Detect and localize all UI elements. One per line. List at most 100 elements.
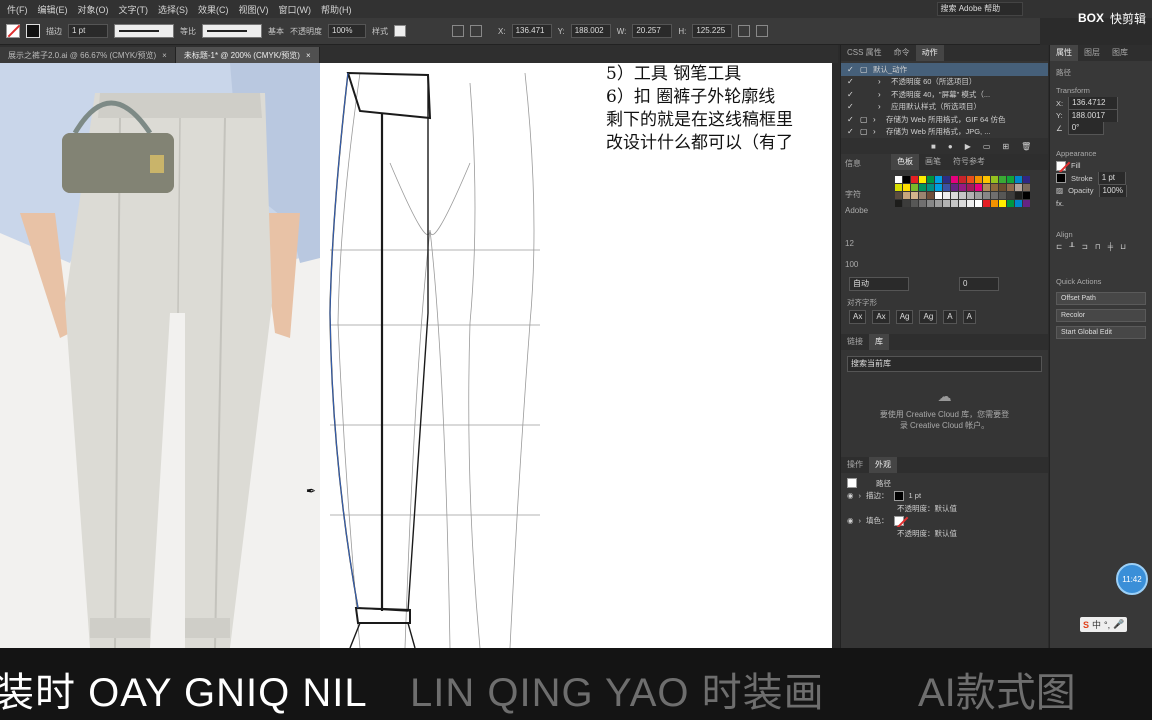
align-vcenter-icon[interactable]: ╪	[1108, 242, 1113, 251]
stop-icon[interactable]: ■	[931, 142, 936, 151]
tab-symbols[interactable]: 符号参考	[947, 154, 991, 170]
punct-icon[interactable]: °,	[1104, 620, 1110, 630]
glyph-btn-6[interactable]: A	[962, 310, 976, 324]
menu-object[interactable]: 对象(O)	[73, 3, 114, 16]
align-label: Align	[1056, 229, 1073, 239]
prop-opacity-field[interactable]: 100%	[1098, 184, 1127, 197]
tab-properties[interactable]: 属性	[1050, 45, 1078, 61]
glyph-btn-5[interactable]: A	[943, 310, 957, 324]
x-field[interactable]: 136.471	[511, 24, 552, 38]
action-item[interactable]: ✓ › 不透明度 60（所选项目）	[841, 76, 1048, 89]
swatches-panel-tabs: 色板 画笔 符号参考	[891, 154, 1048, 170]
close-icon[interactable]: ×	[162, 51, 167, 60]
align-top-icon[interactable]: ⊓	[1095, 242, 1101, 251]
global-edit-button[interactable]: Start Global Edit	[1056, 326, 1146, 339]
help-search-input[interactable]: 搜索 Adobe 帮助	[936, 2, 1023, 16]
action-item[interactable]: ✓ ▢ › 存储为 Web 所用格式，GIF 64 仿色	[841, 113, 1048, 126]
prop-x-field[interactable]: 136.4712	[1068, 97, 1119, 110]
tab-css-properties[interactable]: CSS 属性	[841, 45, 888, 61]
mic-icon[interactable]: 🎤	[1113, 619, 1124, 630]
arrange-icon[interactable]	[756, 25, 769, 37]
kerning-field[interactable]: 0	[959, 277, 999, 291]
doc-tab-1[interactable]: 展示之裤子2.0.ai @ 66.67% (CMYK/预览) ×	[0, 47, 176, 63]
glyph-btn-2[interactable]: Ax	[872, 310, 890, 324]
info-panel-mini: 信息 字符 Adobe 12 100	[841, 154, 891, 273]
prop-stroke-row: Stroke 1 pt	[1050, 172, 1152, 185]
check-icon: ✓	[847, 127, 854, 137]
prop-y-field[interactable]: 188.0017	[1067, 109, 1118, 122]
offset-path-button[interactable]: Offset Path	[1056, 292, 1146, 305]
tab-actions[interactable]: 动作	[915, 45, 944, 61]
action-set-default[interactable]: ✓ ▢ 默认_动作	[841, 63, 1048, 76]
glyph-btn-3[interactable]: Ag	[895, 310, 914, 324]
menu-select[interactable]: 选择(S)	[153, 3, 193, 16]
glyph-btn-1[interactable]: Ax	[849, 310, 867, 324]
ime-mode[interactable]: 中	[1092, 618, 1101, 631]
trash-icon[interactable]: 🗑	[1021, 142, 1031, 151]
menu-file[interactable]: 件(F)	[2, 3, 33, 16]
angle-icon: ∠	[1056, 123, 1063, 133]
prop-stroke-weight[interactable]: 1 pt	[1097, 172, 1126, 185]
tracking-field[interactable]: 自动	[849, 277, 909, 291]
menu-help[interactable]: 帮助(H)	[316, 3, 357, 16]
tab-commands[interactable]: 命令	[888, 45, 916, 61]
video-caption-band: 装时 OAY GNIQ NIL LIN QING YAO 时装画 AI款式图	[0, 648, 1152, 720]
prop-stroke-swatch[interactable]	[1056, 173, 1066, 184]
cc-message-1: 要使用 Creative Cloud 库，您需要登	[879, 410, 1010, 419]
play-icon[interactable]: ▶	[965, 142, 971, 151]
style-swatch[interactable]	[394, 25, 406, 37]
tab-appearance[interactable]: 外观	[869, 457, 897, 473]
menu-effect[interactable]: 效果(C)	[193, 3, 234, 16]
transform-icon[interactable]	[470, 25, 482, 37]
y-field[interactable]: 188.002	[570, 24, 611, 38]
align-icon[interactable]	[452, 25, 464, 37]
menu-type[interactable]: 文字(T)	[114, 3, 154, 16]
record-icon[interactable]: ●	[948, 142, 953, 151]
menu-edit[interactable]: 编辑(E)	[33, 3, 73, 16]
w-field[interactable]: 20.257	[632, 24, 673, 38]
new-action-icon[interactable]: ⊞	[1002, 142, 1009, 151]
tab-links[interactable]: 链接	[841, 334, 869, 350]
menu-window[interactable]: 窗口(W)	[274, 3, 317, 16]
appearance-fill-row[interactable]: ◉ › 填色：	[841, 515, 1048, 528]
appearance-opacity-row-2[interactable]: 不透明度：默认值	[841, 527, 1048, 540]
ime-toolbar[interactable]: S 中 °, 🎤	[1080, 617, 1128, 632]
tab-libraries-2[interactable]: 图库	[1106, 45, 1134, 61]
new-set-icon[interactable]: ▭	[983, 142, 991, 151]
opacity-field[interactable]: 100%	[328, 24, 366, 38]
tab-brushes[interactable]: 画笔	[919, 154, 947, 170]
action-item[interactable]: ✓ ▢ › 存储为 Web 所用格式，JPG, ...	[841, 126, 1048, 139]
align-right-icon[interactable]: ⊐	[1082, 242, 1088, 251]
action-item[interactable]: ✓ › 应用默认样式（所选项目）	[841, 101, 1048, 114]
align-bottom-icon[interactable]: ⊔	[1120, 242, 1126, 251]
align-left-icon[interactable]: ⊏	[1056, 242, 1062, 251]
menu-view[interactable]: 视图(V)	[234, 3, 274, 16]
brush-definition[interactable]	[202, 24, 262, 38]
recolor-button[interactable]: Recolor	[1056, 309, 1146, 322]
prop-fill-swatch[interactable]	[1056, 160, 1066, 171]
appearance-stroke-row[interactable]: ◉ › 描边： 1 pt	[841, 490, 1048, 503]
constrain-icon[interactable]	[738, 25, 751, 37]
library-search-input[interactable]: 搜索当前库	[847, 356, 1042, 372]
variable-width-profile[interactable]	[114, 24, 174, 38]
action-item[interactable]: ✓ › 不透明度 40，"屏幕" 模式（...	[841, 88, 1048, 101]
fx-row[interactable]: fx.	[1050, 197, 1152, 210]
h-field[interactable]: 125.225	[692, 24, 733, 38]
close-icon[interactable]: ×	[306, 51, 311, 60]
char-options-row: 自动 0	[841, 277, 1048, 291]
stroke-swatch[interactable]	[26, 24, 40, 38]
glyph-btn-4[interactable]: Ag	[919, 310, 938, 324]
tab-actions-2[interactable]: 操作	[841, 457, 869, 473]
tab-layers[interactable]: 图层	[1078, 45, 1106, 61]
prop-angle-field[interactable]: 0°	[1067, 122, 1104, 135]
swatch-grid[interactable]	[895, 176, 1044, 207]
caption-left: 装时 OAY GNIQ NIL	[0, 671, 368, 715]
fill-swatch[interactable]	[6, 24, 20, 38]
appearance-opacity-row[interactable]: 不透明度：默认值	[841, 502, 1048, 515]
note-line-2: 6）扣 圈裤子外轮廓线	[606, 87, 776, 107]
tab-libraries[interactable]: 库	[869, 334, 889, 350]
tab-swatches[interactable]: 色板	[891, 154, 919, 170]
doc-tab-2[interactable]: 未标题-1* @ 200% (CMYK/预览) ×	[175, 47, 320, 63]
align-hcenter-icon[interactable]: ╨	[1069, 242, 1074, 251]
stroke-weight-field[interactable]: 1 pt	[68, 24, 108, 38]
